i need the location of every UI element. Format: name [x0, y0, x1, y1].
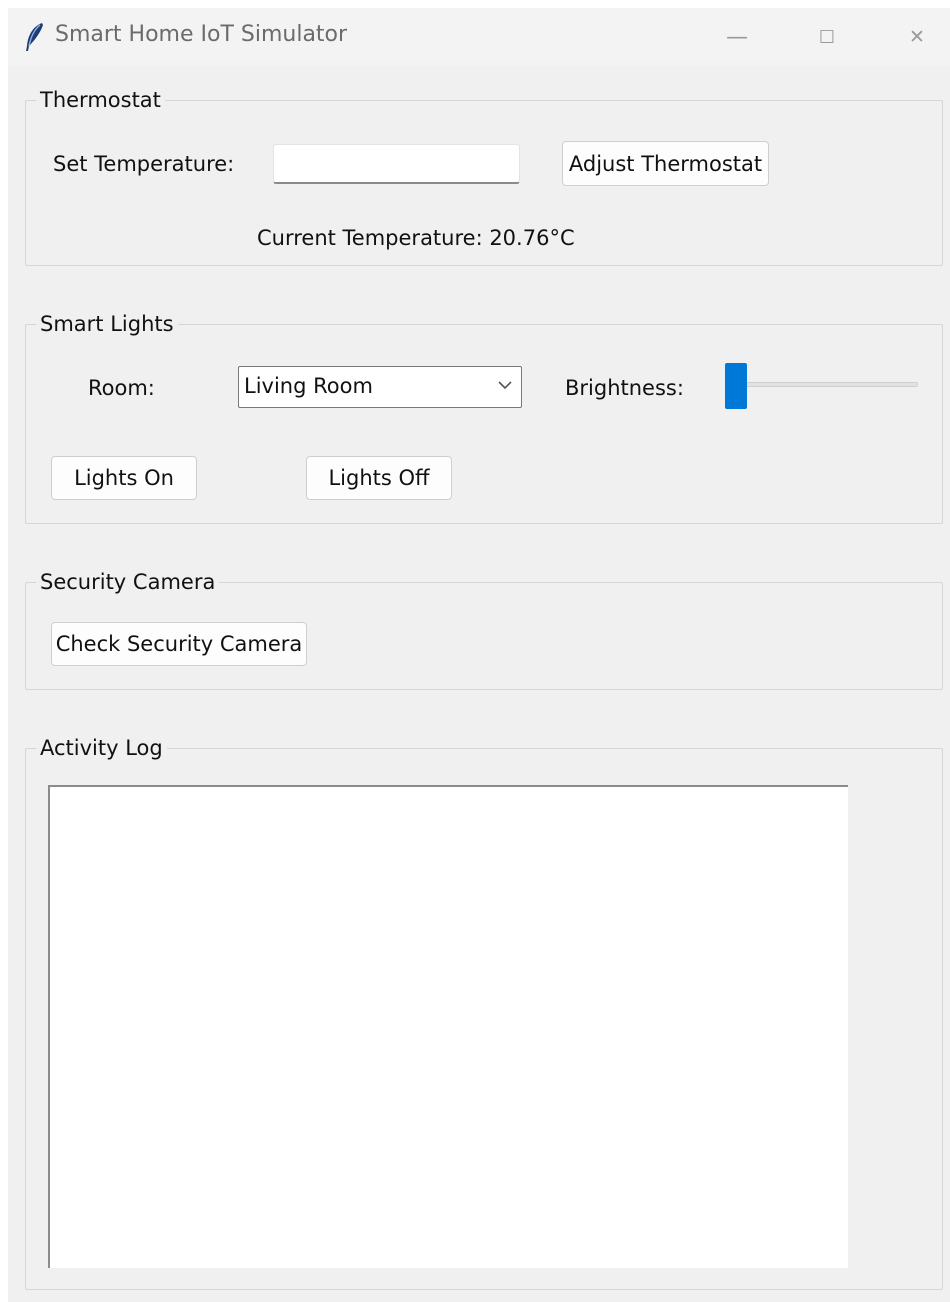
- lights-off-button[interactable]: Lights Off: [306, 456, 452, 500]
- maximize-icon: ☐: [818, 26, 836, 48]
- maximize-button[interactable]: ☐: [804, 16, 850, 58]
- activity-log-textarea[interactable]: [48, 785, 848, 1268]
- activity-log-group-label: Activity Log: [36, 734, 167, 762]
- brightness-slider-thumb[interactable]: [725, 363, 747, 409]
- lights-on-button[interactable]: Lights On: [51, 456, 197, 500]
- chevron-down-icon: [498, 381, 512, 390]
- window-title: Smart Home IoT Simulator: [55, 22, 348, 47]
- room-select[interactable]: Living Room: [238, 366, 522, 408]
- brightness-slider-track[interactable]: [728, 382, 918, 387]
- temperature-input[interactable]: [273, 144, 520, 184]
- title-bar[interactable]: Smart Home IoT Simulator — ☐ ✕: [8, 8, 950, 66]
- minimize-icon: —: [726, 24, 748, 50]
- current-temperature-label: Current Temperature: 20.76°C: [257, 226, 575, 250]
- close-button[interactable]: ✕: [894, 16, 940, 58]
- thermostat-group-label: Thermostat: [36, 86, 165, 114]
- check-security-camera-button[interactable]: Check Security Camera: [51, 622, 307, 666]
- security-camera-group-label: Security Camera: [36, 568, 220, 596]
- brightness-label: Brightness:: [565, 376, 684, 400]
- app-window: Smart Home IoT Simulator — ☐ ✕ Thermosta…: [8, 8, 950, 1302]
- feather-icon: [26, 23, 43, 51]
- close-icon: ✕: [909, 26, 925, 48]
- minimize-button[interactable]: —: [714, 16, 760, 58]
- room-select-value: Living Room: [244, 374, 373, 398]
- set-temperature-label: Set Temperature:: [53, 152, 235, 176]
- adjust-thermostat-button[interactable]: Adjust Thermostat: [562, 141, 769, 186]
- smart-lights-group-label: Smart Lights: [36, 310, 178, 338]
- room-label: Room:: [88, 376, 155, 400]
